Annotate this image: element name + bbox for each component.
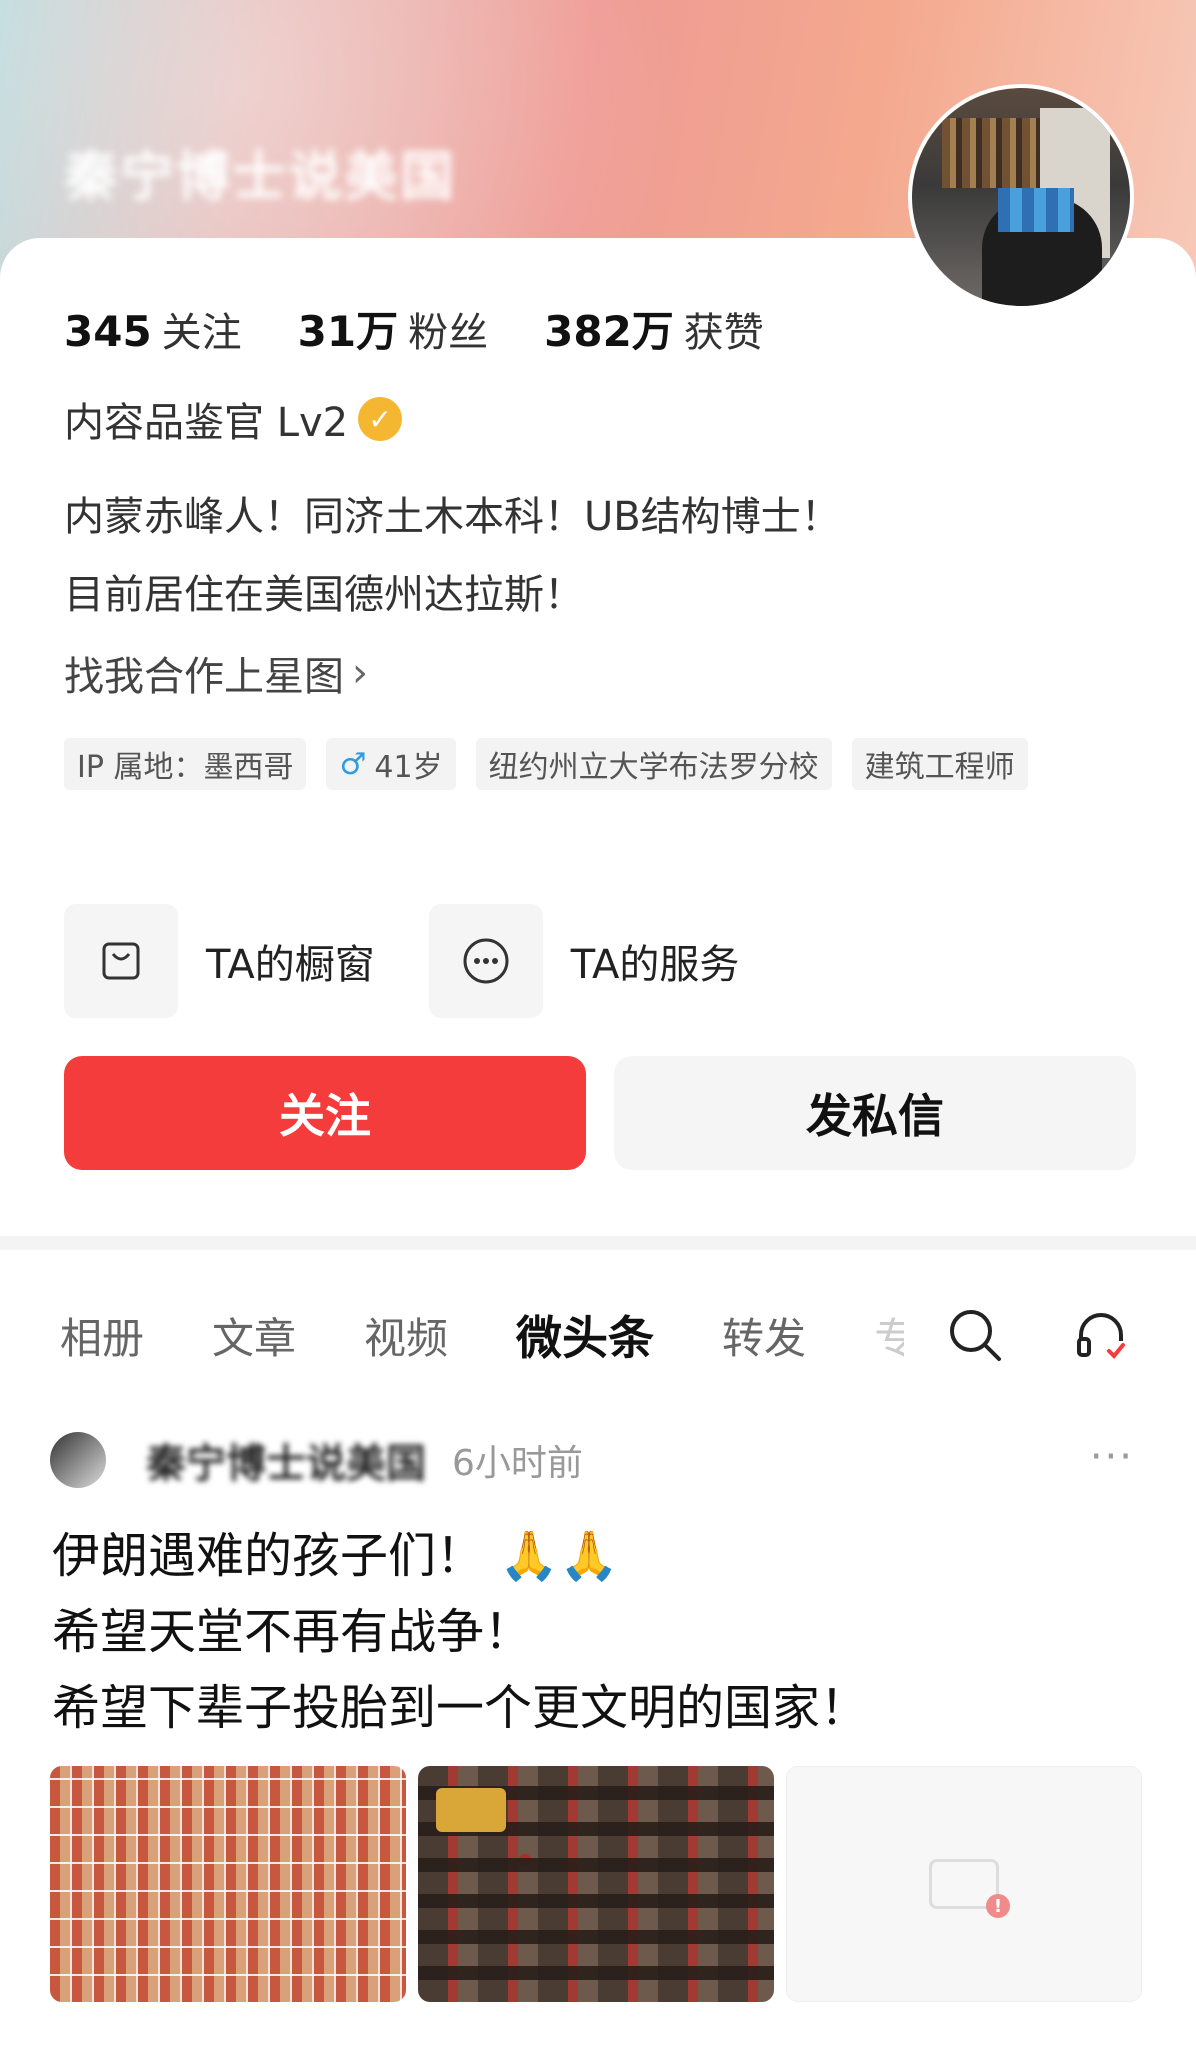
stat-value: 345 xyxy=(64,307,152,356)
tab-more-partial[interactable]: 专 xyxy=(874,1305,904,1366)
message-button[interactable]: 发私信 xyxy=(614,1056,1136,1170)
profile-username-title: 秦宁博士说美国 xyxy=(64,145,456,208)
post-line: 希望下辈子投胎到一个更文明的国家！ xyxy=(52,1680,869,1736)
stat-followers[interactable]: 31万 粉丝 xyxy=(298,298,488,359)
profile-card: 345 关注 31万 粉丝 382万 获赞 内容品鉴官 Lv2 ✓ 内蒙赤峰人！… xyxy=(0,238,1196,1238)
services-row: TA的橱窗 TA的服务 xyxy=(64,904,739,1018)
bio-line: 内蒙赤峰人！同济土木本科！UB结构博士！ xyxy=(64,494,841,540)
post-header: 秦宁博士说美国 6小时前 ··· xyxy=(50,1424,1150,1496)
stat-value: 382万 xyxy=(544,307,674,356)
profile-avatar[interactable] xyxy=(908,84,1134,310)
avatar-bookshelf xyxy=(942,118,1052,188)
post-body[interactable]: 伊朗遇难的孩子们！ 🙏🙏 希望天堂不再有战争！ 希望下辈子投胎到一个更文明的国家… xyxy=(52,1518,868,1746)
verified-badge-icon: ✓ xyxy=(358,397,403,441)
more-dots-icon xyxy=(428,904,543,1018)
profile-actions: 关注 发私信 xyxy=(64,1056,1136,1170)
post-author-name[interactable]: 秦宁博士说美国 xyxy=(146,1431,426,1489)
male-gender-icon: ♂ xyxy=(339,746,367,782)
section-divider xyxy=(0,1236,1196,1250)
post-timestamp: 6小时前 xyxy=(452,1443,583,1484)
service-services[interactable]: TA的服务 xyxy=(428,904,740,1018)
cooperate-link[interactable]: 找我合作上星图 › xyxy=(64,644,368,702)
tag-age: ♂ 41岁 xyxy=(326,738,456,790)
tag-ip-location: IP 属地：墨西哥 xyxy=(64,738,307,790)
service-showcase[interactable]: TA的橱窗 xyxy=(64,904,375,1018)
profile-bio: 内蒙赤峰人！同济土木本科！UB结构博士！ 目前居住在美国德州达拉斯！ xyxy=(64,478,841,634)
tab-reposts[interactable]: 转发 xyxy=(722,1305,806,1366)
shopping-bag-icon xyxy=(64,904,178,1018)
level-label: 内容品鉴官 Lv2 xyxy=(64,400,349,446)
post-line: 希望天堂不再有战争！ xyxy=(52,1604,533,1660)
post-images xyxy=(50,1766,1142,2002)
avatar-face-mosaic xyxy=(998,188,1074,232)
stat-following[interactable]: 345 关注 xyxy=(64,300,242,358)
tag-label: 建筑工程师 xyxy=(864,750,1015,785)
post-image-placeholder[interactable] xyxy=(786,1766,1142,2002)
user-level[interactable]: 内容品鉴官 Lv2 ✓ xyxy=(64,390,403,448)
post-line: 伊朗遇难的孩子们！ 🙏🙏 xyxy=(52,1528,619,1584)
tab-articles[interactable]: 文章 xyxy=(212,1305,296,1366)
cooperate-label: 找我合作上星图 xyxy=(64,654,344,700)
content-tabs: 相册 文章 视频 微头条 转发 专 xyxy=(60,1300,904,1370)
follow-button[interactable]: 关注 xyxy=(64,1056,586,1170)
stat-label: 关注 xyxy=(161,310,242,356)
tag-label: 纽约州立大学布法罗分校 xyxy=(488,750,819,785)
bio-line: 目前居住在美国德州达拉斯！ xyxy=(64,572,584,618)
post-author-avatar[interactable] xyxy=(50,1432,106,1488)
profile-stats: 345 关注 31万 粉丝 382万 获赞 xyxy=(64,298,764,359)
profile-tags: IP 属地：墨西哥 ♂ 41岁 纽约州立大学布法罗分校 建筑工程师 xyxy=(64,738,1064,790)
tab-videos[interactable]: 视频 xyxy=(364,1305,448,1366)
tag-label: 41岁 xyxy=(374,750,443,785)
tab-micro-posts[interactable]: 微头条 xyxy=(516,1302,654,1368)
tag-label: IP 属地：墨西哥 xyxy=(77,750,294,785)
stat-label: 粉丝 xyxy=(408,310,489,356)
broken-image-icon xyxy=(929,1859,1010,1918)
more-options-icon[interactable]: ··· xyxy=(1090,1434,1134,1480)
stat-likes[interactable]: 382万 获赞 xyxy=(544,298,764,359)
headset-icon[interactable] xyxy=(1068,1302,1134,1368)
service-label: TA的服务 xyxy=(570,942,740,988)
service-label: TA的橱窗 xyxy=(206,942,375,988)
stat-label: 获赞 xyxy=(683,310,764,356)
search-icon[interactable] xyxy=(942,1302,1008,1368)
chevron-right-icon: › xyxy=(352,650,368,696)
post-image-portrait-grid[interactable] xyxy=(50,1766,406,2002)
excavator-shape xyxy=(436,1788,506,1832)
stat-value: 31万 xyxy=(297,307,399,356)
post-image-graves-aerial[interactable] xyxy=(418,1766,774,2002)
tag-school[interactable]: 纽约州立大学布法罗分校 xyxy=(475,738,832,790)
tag-occupation: 建筑工程师 xyxy=(851,738,1028,790)
tab-album[interactable]: 相册 xyxy=(60,1305,144,1366)
